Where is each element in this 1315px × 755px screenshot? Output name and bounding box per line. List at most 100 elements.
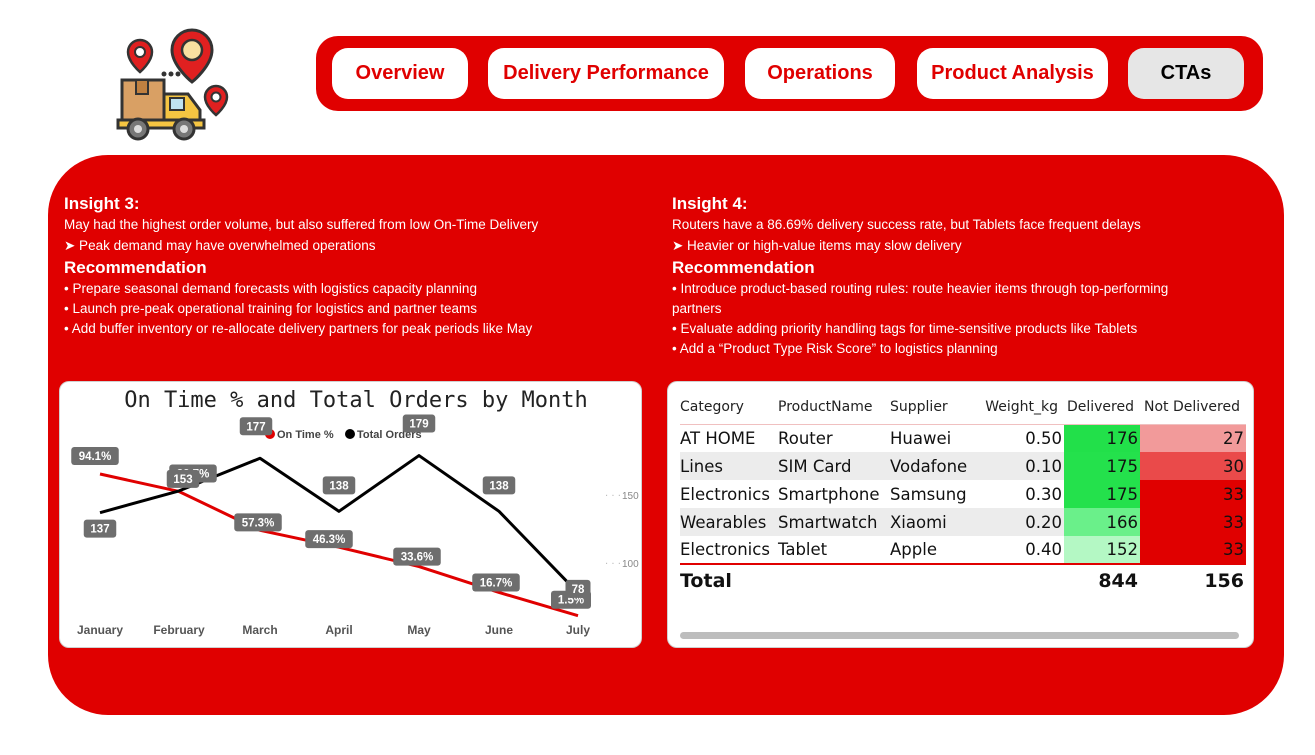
cell-supplier: Samsung	[890, 484, 967, 504]
tab-overview[interactable]: Overview	[332, 48, 468, 99]
column-header[interactable]: Supplier	[890, 390, 982, 425]
total-row: Total 844 156	[680, 564, 1246, 596]
table-row[interactable]: Electronics Smartphone Samsung 0.30 175 33	[680, 480, 1246, 508]
cell-product: Tablet	[778, 536, 890, 565]
x-tick-label: June	[485, 623, 513, 637]
product-delivery-table: Category ProductName Supplier Weight_kg …	[680, 390, 1246, 596]
column-header[interactable]: Delivered	[1064, 390, 1140, 425]
data-label: 137	[90, 524, 109, 536]
cell-category: Wearables	[680, 508, 778, 536]
cell-supplier: Xiaomi	[890, 508, 982, 536]
data-label: 179	[409, 419, 428, 431]
insight-3-title: Insight 3:	[64, 194, 140, 213]
insight-3: Insight 3: May had the highest order vol…	[64, 194, 654, 339]
dashboard-page: Overview Delivery Performance Operations…	[0, 0, 1315, 755]
insight-4-title: Insight 4:	[672, 194, 748, 213]
legend-marker	[345, 429, 355, 439]
insight-3-bullet: • Add buffer inventory or re-allocate de…	[64, 321, 533, 336]
data-label: 177	[246, 421, 265, 433]
cell-delivered: 176	[1064, 424, 1140, 452]
tab-ctas[interactable]: CTAs	[1128, 48, 1244, 99]
cell-delivered: 166	[1064, 508, 1140, 536]
cell-category: Electronics	[680, 484, 770, 504]
insight-4-recommendation-title: Recommendation	[672, 258, 815, 277]
column-header[interactable]: Category	[680, 390, 778, 425]
delivery-truck-logo-icon	[116, 28, 229, 141]
legend-label: On Time %	[277, 429, 334, 441]
data-label: 138	[329, 480, 349, 492]
tab-delivery-performance[interactable]: Delivery Performance	[488, 48, 724, 99]
total-label: Total	[680, 564, 778, 596]
nav-bar: Overview Delivery Performance Operations…	[316, 36, 1263, 111]
cell-product: Router	[778, 428, 833, 448]
x-tick-label: March	[242, 623, 277, 637]
cell-supplier: Vodafone	[890, 452, 982, 480]
cell-weight: 0.40	[982, 536, 1064, 565]
column-header[interactable]: Not Delivered	[1140, 390, 1246, 425]
table-row[interactable]: AT HOME Router Huawei 0.50 176 27	[680, 424, 1246, 452]
insight-4-bullet: partners	[672, 301, 722, 316]
data-label: 153	[173, 474, 192, 486]
cell-not-delivered: 33	[1140, 536, 1246, 565]
cell-not-delivered: 30	[1140, 452, 1246, 480]
tab-operations[interactable]: Operations	[745, 48, 895, 99]
data-label: 57.3%	[242, 517, 275, 529]
insight-3-subtext: ➤ Peak demand may have overwhelmed opera…	[64, 238, 376, 253]
cell-category: Lines	[680, 452, 778, 480]
insight-4: Insight 4: Routers have a 86.69% deliver…	[672, 194, 1262, 359]
insight-4-text: Routers have a 86.69% delivery success r…	[672, 217, 1141, 232]
cell-delivered: 175	[1064, 452, 1140, 480]
x-tick-label: April	[325, 623, 352, 637]
cell-supplier: Huawei	[890, 428, 952, 448]
insight-3-bullet: • Prepare seasonal demand forecasts with…	[64, 281, 477, 296]
cell-category: Electronics	[680, 536, 778, 565]
cell-product: Smartwatch	[778, 508, 890, 536]
data-label: 46.3%	[313, 534, 346, 546]
column-header[interactable]: ProductName	[778, 390, 890, 425]
table-row[interactable]: Electronics Tablet Apple 0.40 152 33	[680, 536, 1246, 565]
data-label: 78	[572, 584, 585, 596]
cell-category: AT HOME	[680, 428, 756, 448]
cell-weight: 0.20	[982, 508, 1064, 536]
product-table-card[interactable]: Category ProductName Supplier Weight_kg …	[667, 381, 1254, 648]
insight-3-text: May had the highest order volume, but al…	[64, 217, 539, 232]
chart-title: On Time % and Total Orders by Month	[124, 388, 588, 413]
insight-4-subtext: ➤ Heavier or high-value items may slow d…	[672, 238, 962, 253]
x-tick-label: January	[77, 623, 123, 637]
x-tick-label: July	[566, 623, 590, 637]
cell-not-delivered: 33	[1140, 480, 1246, 508]
y2-tick-label: 150	[622, 491, 639, 502]
cell-product: SIM Card	[778, 452, 890, 480]
total-not-delivered: 156	[1140, 564, 1246, 596]
total-delivered: 844	[1064, 564, 1140, 596]
cell-supplier: Apple	[890, 536, 982, 565]
table-row[interactable]: Wearables Smartwatch Xiaomi 0.20 166 33	[680, 508, 1246, 536]
horizontal-scrollbar[interactable]	[680, 632, 1239, 639]
tab-product-analysis[interactable]: Product Analysis	[917, 48, 1108, 99]
insight-3-recommendation-title: Recommendation	[64, 258, 207, 277]
data-label: 16.7%	[480, 577, 513, 589]
cell-weight: 0.30	[1025, 484, 1062, 504]
y2-tick-label: 100	[622, 559, 639, 570]
table-row[interactable]: Lines SIM Card Vodafone 0.10 175 30	[680, 452, 1246, 480]
insight-4-bullet: • Add a “Product Type Risk Score” to log…	[672, 341, 998, 356]
cell-weight: 0.50	[1025, 428, 1062, 448]
cell-product: Smartphone	[778, 484, 880, 504]
cell-delivered: 175	[1064, 480, 1140, 508]
cell-delivered: 152	[1064, 536, 1140, 565]
data-label: 138	[489, 480, 509, 492]
x-tick-label: February	[153, 623, 205, 637]
y2-tick-mark: · · ·	[605, 491, 621, 502]
insight-4-bullet: • Introduce product-based routing rules:…	[672, 281, 1169, 296]
data-label: 94.1%	[79, 451, 112, 463]
insight-3-bullet: • Launch pre-peak operational training f…	[64, 301, 477, 316]
x-tick-label: May	[407, 623, 431, 637]
cell-not-delivered: 33	[1140, 508, 1246, 536]
orders-chart-card[interactable]: On Time % and Total Orders by Month On Ti…	[59, 381, 642, 648]
column-header[interactable]: Weight_kg	[982, 390, 1064, 425]
line-chart: On Time % and Total Orders by Month On Ti…	[71, 388, 639, 637]
insight-4-bullet: • Evaluate adding priority handling tags…	[672, 321, 1138, 336]
y2-tick-mark: · · ·	[605, 559, 621, 570]
data-label: 33.6%	[401, 552, 434, 564]
cell-weight: 0.10	[982, 452, 1064, 480]
